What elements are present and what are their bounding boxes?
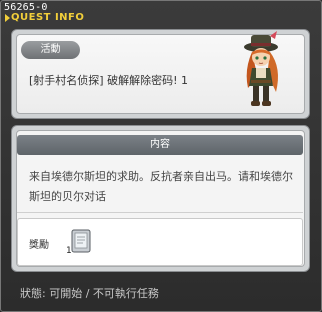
- divider: [17, 212, 303, 213]
- window-title: QUEST INFO: [11, 12, 85, 23]
- quest-description: 来自埃德尔斯坦的求助。反抗者亲自出马。请和埃德尔斯坦的贝尔对话: [29, 170, 293, 203]
- content-section-header: 内容: [17, 135, 303, 155]
- npc-portrait-icon: [244, 31, 278, 106]
- quest-name: [射手村名侦探] 破解解除密码! 1: [29, 74, 188, 87]
- reward-box: [17, 218, 303, 266]
- reward-item-count: 1: [66, 246, 72, 256]
- title-arrow-icon: [5, 14, 10, 22]
- quest-type-badge: 活動: [21, 41, 80, 59]
- reward-label: 獎勵: [29, 240, 49, 251]
- quest-status: 狀態: 可開始 / 不可執行任務: [20, 287, 159, 300]
- tablet-item-icon[interactable]: [69, 228, 93, 254]
